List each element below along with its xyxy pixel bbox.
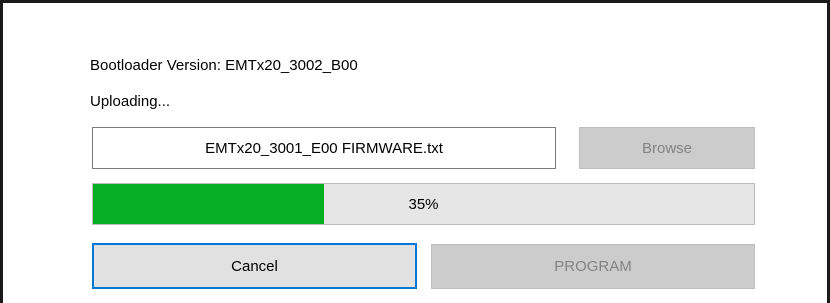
firmware-file-name: EMTx20_3001_E00 FIRMWARE.txt xyxy=(205,139,443,157)
firmware-file-field[interactable]: EMTx20_3001_E00 FIRMWARE.txt xyxy=(92,127,556,169)
upload-progress-bar: 35% xyxy=(92,183,755,225)
cancel-button[interactable]: Cancel xyxy=(92,243,417,289)
program-button[interactable]: PROGRAM xyxy=(431,244,755,289)
bootloader-version-label: Bootloader Version: EMTx20_3002_B00 xyxy=(90,57,358,74)
upload-status-label: Uploading... xyxy=(90,93,171,110)
updater-dialog: Bootloader Version: EMTx20_3002_B00 Uplo… xyxy=(0,0,830,303)
progress-percent-label: 35% xyxy=(408,195,439,213)
browse-button[interactable]: Browse xyxy=(579,127,755,169)
